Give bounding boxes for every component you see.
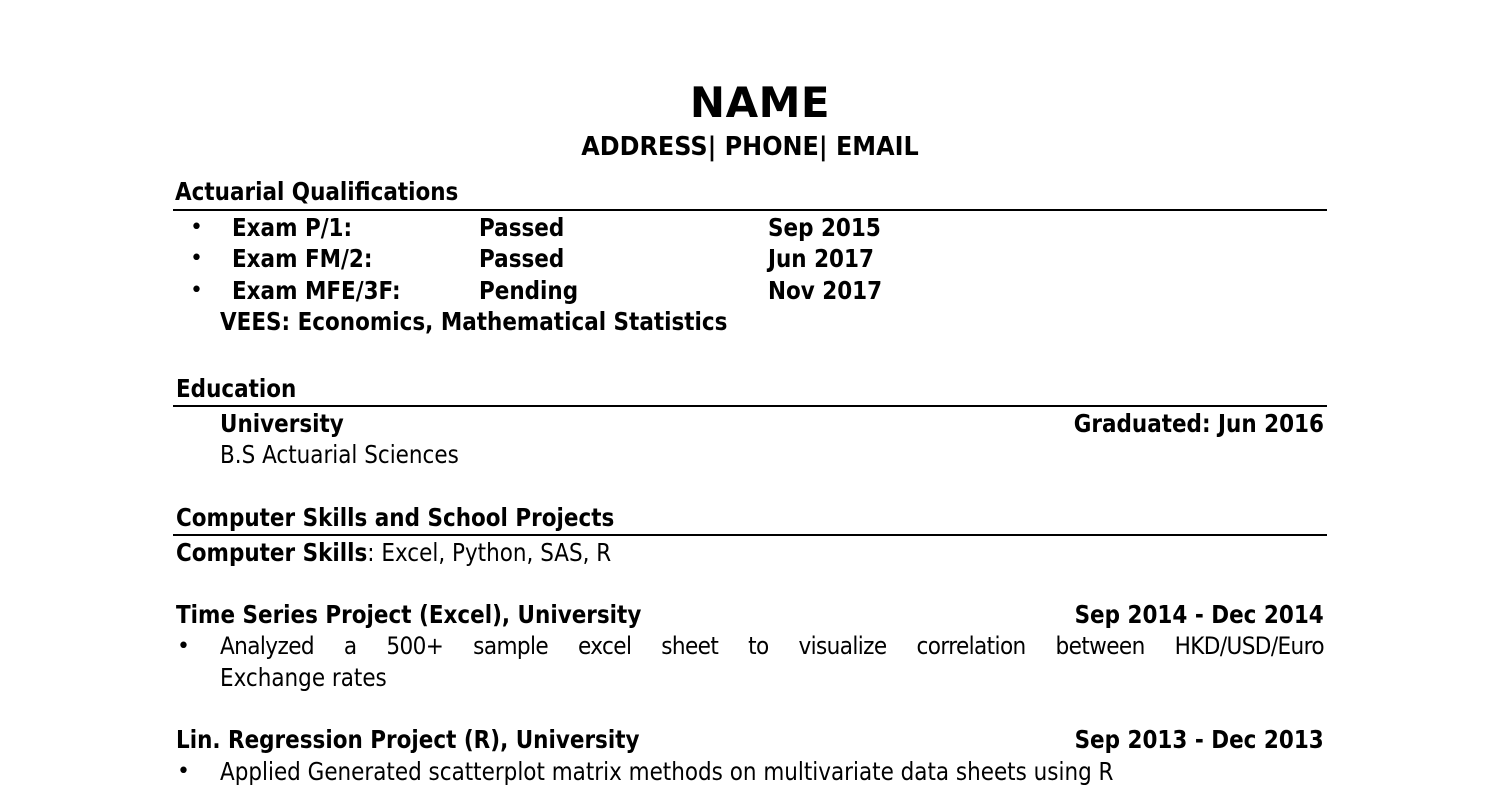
bullet-icon: • xyxy=(177,634,190,659)
section-heading-qualifications: Actuarial Qualifications xyxy=(175,177,459,206)
exam-date: Sep 2015 xyxy=(768,213,881,242)
computer-skills-line: Computer Skills: Excel, Python, SAS, R xyxy=(176,537,611,568)
resume-page: NAME ADDRESS| PHONE| EMAIL Actuarial Qua… xyxy=(0,0,1500,786)
project-dates: Sep 2013 - Dec 2013 xyxy=(1074,725,1324,754)
exam-date: Jun 2017 xyxy=(768,244,874,273)
section-heading-education: Education xyxy=(176,374,297,403)
exam-status: Pending xyxy=(479,276,579,305)
graduation-date: Graduated: Jun 2016 xyxy=(1073,409,1324,438)
exam-name: Exam MFE/3F: xyxy=(232,276,401,305)
bullet-icon: • xyxy=(190,278,203,303)
section-divider xyxy=(173,209,1327,211)
exam-date: Nov 2017 xyxy=(768,276,883,305)
section-divider xyxy=(173,534,1327,536)
bullet-icon: • xyxy=(177,759,190,784)
exam-status: Passed xyxy=(479,244,565,273)
school-name: University xyxy=(220,409,344,438)
bullet-icon: • xyxy=(190,246,203,271)
section-divider xyxy=(173,405,1327,407)
degree: B.S Actuarial Sciences xyxy=(220,440,459,469)
vees-line: VEES: Economics, Mathematical Statistics xyxy=(220,307,728,336)
exam-status: Passed xyxy=(479,213,565,242)
project-bullet-text: Analyzed a 500+ sample excel sheet to vi… xyxy=(220,632,1325,660)
project-title: Lin. Regression Project (R), University xyxy=(176,725,640,754)
exam-name: Exam FM/2: xyxy=(232,244,373,273)
exam-name: Exam P/1: xyxy=(232,213,353,242)
project-bullet-text-continued: Exchange rates xyxy=(220,663,387,692)
section-heading-skills-projects: Computer Skills and School Projects xyxy=(176,503,615,532)
resume-name: NAME xyxy=(689,78,831,127)
project-dates: Sep 2014 - Dec 2014 xyxy=(1074,600,1324,629)
project-title: Time Series Project (Excel), University xyxy=(176,600,642,629)
contact-line: ADDRESS| PHONE| EMAIL xyxy=(581,132,919,162)
project-bullet-text: Applied Generated scatterplot matrix met… xyxy=(220,757,1114,786)
computer-skills-label: Computer Skills xyxy=(176,538,368,567)
computer-skills-value: : Excel, Python, SAS, R xyxy=(367,538,612,567)
bullet-icon: • xyxy=(190,215,203,240)
